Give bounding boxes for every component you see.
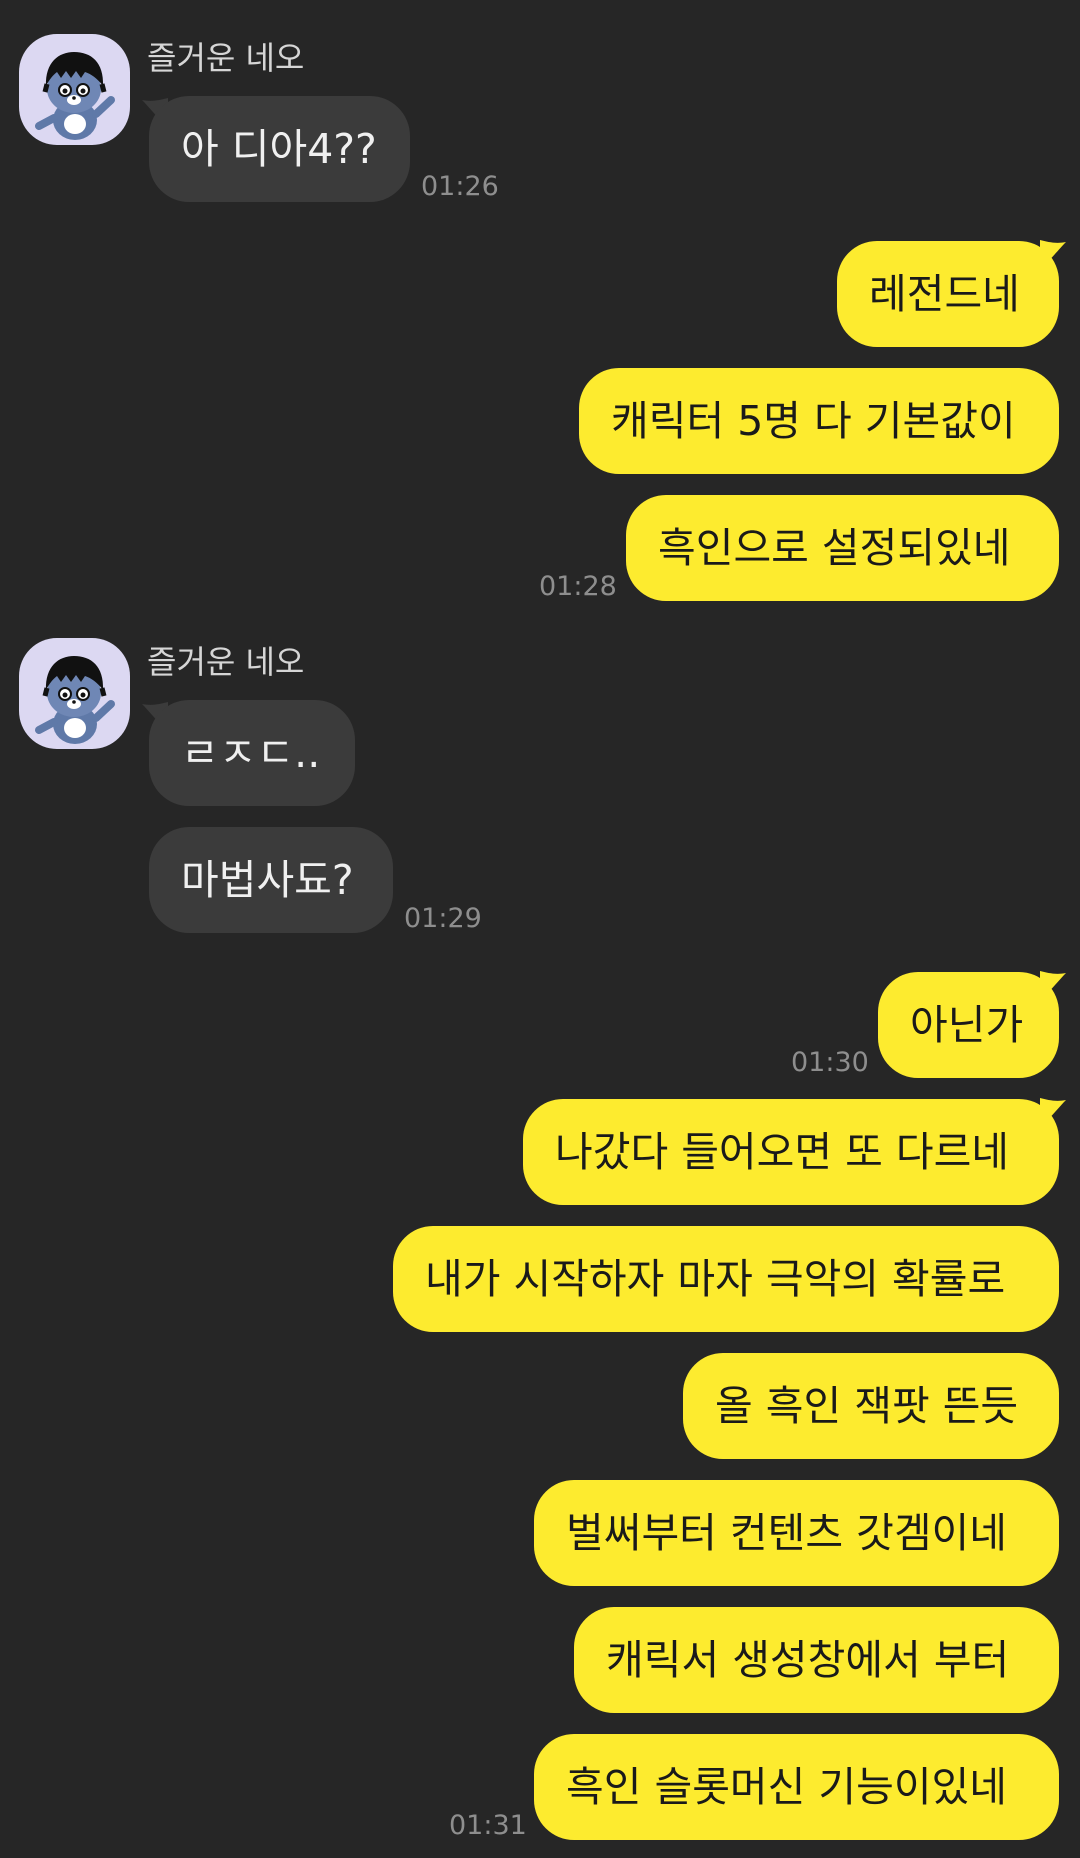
outgoing-message[interactable]: 벌써부터 컨텐츠 갓겜이네 — [534, 1480, 1059, 1586]
message-time: 01:28 — [539, 571, 617, 602]
outgoing-message[interactable]: 나갔다 들어오면 또 다르네 — [523, 1099, 1059, 1205]
message-time: 01:31 — [449, 1810, 527, 1841]
incoming-message[interactable]: ㄹㅈㄷ.. — [149, 700, 355, 806]
outgoing-message[interactable]: 내가 시작하자 마자 극악의 확률로 — [393, 1226, 1059, 1332]
incoming-message[interactable]: 마법사됴? — [149, 827, 393, 933]
sender-name: 즐거운 네오 — [147, 39, 305, 77]
message-time: 01:26 — [421, 171, 499, 202]
outgoing-message[interactable]: 캐릭서 생성창에서 부터 — [574, 1607, 1059, 1713]
sender-avatar[interactable] — [19, 34, 130, 145]
outgoing-message[interactable]: 아닌가 — [878, 972, 1059, 1078]
neo-character-icon — [35, 52, 115, 140]
sender-name: 즐거운 네오 — [147, 643, 305, 681]
outgoing-message[interactable]: 흑인 슬롯머신 기능이있네 — [534, 1734, 1059, 1840]
message-time: 01:30 — [791, 1047, 869, 1078]
outgoing-message[interactable]: 캐릭터 5명 다 기본값이 — [579, 368, 1059, 474]
outgoing-message[interactable]: 레전드네 — [837, 241, 1059, 347]
outgoing-message[interactable]: 올 흑인 잭팟 뜬듯 — [683, 1353, 1059, 1459]
incoming-message[interactable]: 아 디아4?? — [149, 96, 410, 202]
neo-character-icon — [35, 656, 115, 744]
chat-room[interactable]: 즐거운 네오 아 디아4?? 01:26 레전드네 캐릭터 5명 다 기본값이 … — [0, 0, 1080, 1858]
outgoing-message[interactable]: 흑인으로 설정되있네 — [626, 495, 1059, 601]
message-time: 01:29 — [404, 903, 482, 934]
sender-avatar[interactable] — [19, 638, 130, 749]
